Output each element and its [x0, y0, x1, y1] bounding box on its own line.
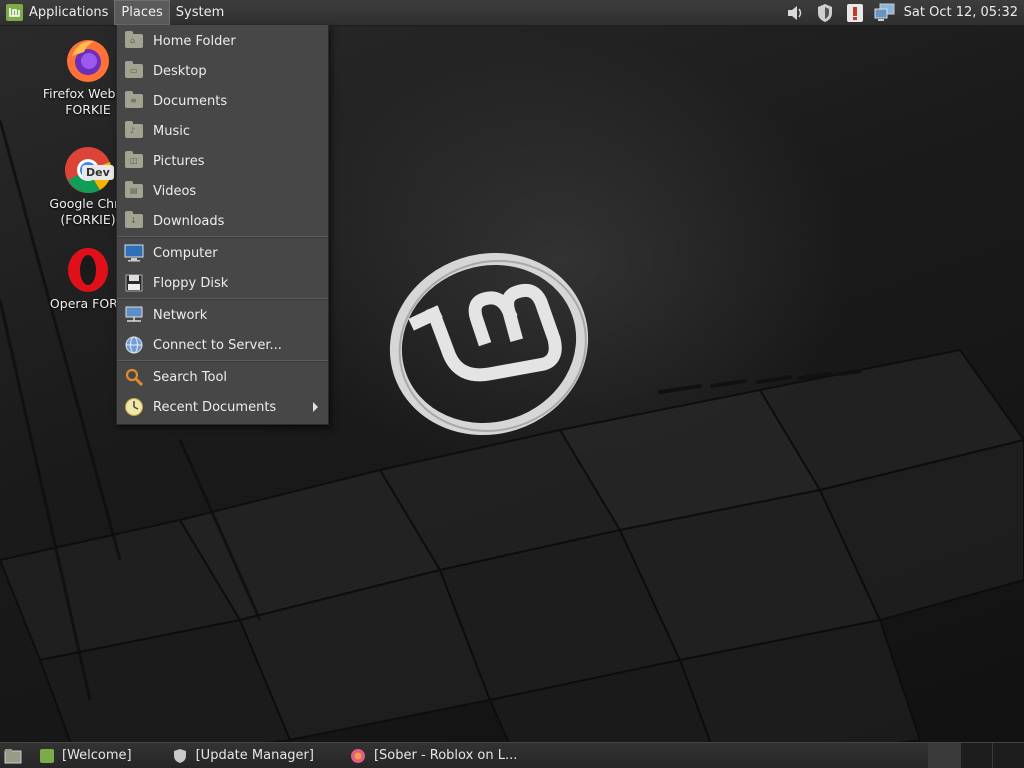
menu-item-label: Connect to Server... — [153, 337, 282, 353]
chrome-dev-icon: Dev — [64, 146, 114, 194]
menu-item-recent-documents[interactable]: Recent Documents — [117, 392, 328, 422]
system-tray: Sat Oct 12, 05:32 — [780, 0, 1024, 25]
menu-item-label: Pictures — [153, 153, 205, 169]
documents-folder-icon: ≡ — [124, 91, 144, 111]
menu-item-label: Computer — [153, 245, 218, 261]
firefox-icon — [64, 36, 112, 84]
task-label: [Update Manager] — [195, 748, 314, 763]
menu-item-search-tool[interactable]: Search Tool — [117, 362, 328, 392]
workspace-switcher — [928, 743, 1024, 768]
bottom-panel: [Welcome] [Update Manager] [Sober - Robl… — [0, 742, 1024, 768]
top-panel: Applications Places System Sat Oct 12, 0… — [0, 0, 1024, 26]
system-label: System — [175, 5, 225, 20]
applications-label: Applications — [29, 5, 109, 20]
mint-welcome-icon — [40, 748, 54, 763]
mint-menu-icon — [6, 4, 23, 21]
shield-icon — [173, 748, 186, 763]
linux-mint-logo — [389, 252, 589, 436]
show-desktop-button[interactable] — [0, 743, 30, 768]
workspace-2[interactable] — [960, 743, 992, 768]
network-icon[interactable] — [874, 2, 896, 24]
menu-item-label: Videos — [153, 183, 197, 199]
pictures-folder-icon: ◫ — [124, 151, 144, 171]
update-shield-icon[interactable] — [814, 2, 836, 24]
clock-icon — [124, 397, 144, 417]
menu-item-label: Recent Documents — [153, 399, 277, 415]
globe-icon — [124, 335, 144, 355]
desktop-folder-icon: ▭ — [124, 61, 144, 81]
menu-item-label: Music — [153, 123, 190, 139]
menu-item-pictures[interactable]: ◫ Pictures — [117, 146, 328, 176]
search-icon — [124, 367, 144, 387]
chrome-dev-badge: Dev — [82, 165, 114, 180]
menu-item-videos[interactable]: ▤ Videos — [117, 176, 328, 206]
menu-item-label: Downloads — [153, 213, 225, 229]
submenu-arrow-icon — [313, 402, 318, 412]
sober-icon — [350, 748, 365, 763]
applications-menu[interactable]: Applications — [0, 0, 114, 25]
taskbar-item-sober[interactable]: [Sober - Roblox on L... — [324, 743, 527, 768]
menu-item-label: Search Tool — [153, 369, 228, 385]
menu-item-computer[interactable]: Computer — [117, 238, 328, 268]
network-places-icon — [124, 305, 144, 325]
videos-folder-icon: ▤ — [124, 181, 144, 201]
menu-item-desktop[interactable]: ▭ Desktop — [117, 56, 328, 86]
taskbar-item-update-manager[interactable]: [Update Manager] — [142, 743, 324, 768]
system-menu-button[interactable]: System — [170, 0, 230, 25]
places-label: Places — [121, 5, 163, 20]
downloads-folder-icon: ↓ — [124, 211, 144, 231]
volume-icon[interactable] — [784, 2, 806, 24]
places-dropdown-menu: ⌂ Home Folder ▭ Desktop ≡ Documents ♪ Mu… — [116, 25, 329, 425]
menu-item-floppy-disk[interactable]: Floppy Disk — [117, 268, 328, 298]
menu-item-network[interactable]: Network — [117, 300, 328, 330]
menu-item-home-folder[interactable]: ⌂ Home Folder — [117, 26, 328, 56]
task-label: [Welcome] — [62, 748, 132, 763]
warning-icon[interactable] — [844, 2, 866, 24]
places-menu-button[interactable]: Places — [114, 0, 170, 25]
taskbar-item-welcome[interactable]: [Welcome] — [30, 743, 142, 768]
menu-item-music[interactable]: ♪ Music — [117, 116, 328, 146]
menu-item-documents[interactable]: ≡ Documents — [117, 86, 328, 116]
menu-item-label: Network — [153, 307, 208, 323]
menu-item-label: Floppy Disk — [153, 275, 229, 291]
task-label: [Sober - Roblox on L... — [373, 748, 518, 763]
menu-item-connect-to-server[interactable]: Connect to Server... — [117, 330, 328, 360]
clock[interactable]: Sat Oct 12, 05:32 — [900, 5, 1024, 20]
menu-item-label: Desktop — [153, 63, 207, 79]
workspace-1[interactable] — [928, 743, 960, 768]
computer-icon — [124, 243, 144, 263]
menu-item-downloads[interactable]: ↓ Downloads — [117, 206, 328, 236]
home-folder-icon: ⌂ — [124, 31, 144, 51]
opera-icon — [64, 246, 112, 294]
floppy-disk-icon — [124, 273, 144, 293]
music-folder-icon: ♪ — [124, 121, 144, 141]
menu-item-label: Documents — [153, 93, 228, 109]
show-desktop-icon — [4, 748, 22, 763]
menu-item-label: Home Folder — [153, 33, 236, 49]
workspace-3[interactable] — [992, 743, 1024, 768]
